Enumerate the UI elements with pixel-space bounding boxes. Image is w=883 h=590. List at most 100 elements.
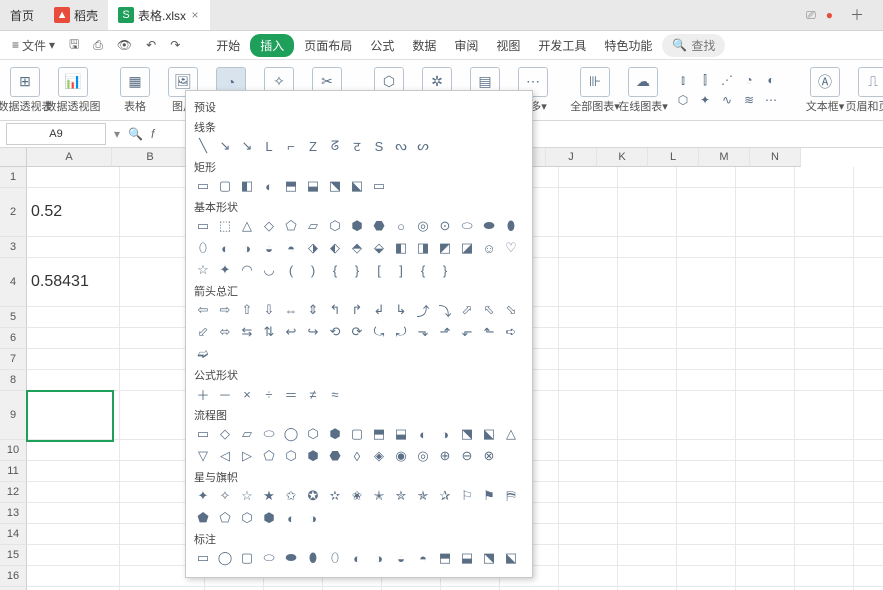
cell[interactable] <box>677 328 736 349</box>
cell[interactable] <box>854 307 883 328</box>
shape-item[interactable]: ◎ <box>414 217 432 235</box>
cell[interactable] <box>795 482 854 503</box>
col-header[interactable]: A <box>27 148 112 167</box>
search-button[interactable]: 🔍 查找 <box>662 34 725 57</box>
shape-item[interactable]: ◇ <box>216 425 234 443</box>
cell[interactable] <box>677 307 736 328</box>
cell[interactable] <box>27 328 120 349</box>
cell[interactable] <box>854 328 883 349</box>
cell[interactable] <box>736 349 795 370</box>
shape-item[interactable]: ○ <box>392 217 410 235</box>
cell[interactable] <box>559 545 618 566</box>
cell[interactable] <box>677 461 736 482</box>
shape-item[interactable]: ⬠ <box>260 447 278 465</box>
cell[interactable] <box>559 482 618 503</box>
shape-item[interactable]: ⬕ <box>502 549 520 567</box>
chevron-down-icon[interactable]: ▾ <box>114 127 120 141</box>
mini-chart-icon[interactable]: ⫾ <box>674 71 692 89</box>
cell[interactable] <box>795 545 854 566</box>
cell[interactable] <box>854 503 883 524</box>
ribbon-pivot-chart[interactable]: 📊数据透视图 <box>56 67 90 114</box>
cell[interactable] <box>736 391 795 440</box>
shape-item[interactable]: ♡ <box>502 239 520 257</box>
ribbon-onlinechart[interactable]: ☁在线图表▾ <box>626 67 660 114</box>
cell[interactable] <box>618 566 677 587</box>
shape-item[interactable]: ⇔ <box>282 301 300 319</box>
shape-item[interactable]: ▭ <box>194 177 212 195</box>
cell[interactable] <box>618 237 677 258</box>
zoom-icon[interactable]: 🔍 <box>128 127 143 141</box>
cell[interactable] <box>854 188 883 237</box>
shape-item[interactable]: ◎ <box>414 447 432 465</box>
shape-item[interactable]: ✦ <box>216 261 234 279</box>
shape-item[interactable]: ⇆ <box>238 323 256 341</box>
shape-item[interactable]: ⊕ <box>436 447 454 465</box>
shape-item[interactable]: ✭ <box>370 487 388 505</box>
cell[interactable] <box>677 370 736 391</box>
shape-item[interactable]: ⬎ <box>414 323 432 341</box>
tab-home[interactable]: 首页 <box>0 0 44 30</box>
cell[interactable] <box>618 482 677 503</box>
shape-item[interactable]: ▭ <box>370 177 388 195</box>
shape-item[interactable]: L <box>260 137 278 155</box>
shape-item[interactable]: ⬯ <box>194 239 212 257</box>
shape-item[interactable]: ╲ <box>194 137 212 155</box>
shape-item[interactable]: ▢ <box>348 425 366 443</box>
shape-item[interactable]: ✧ <box>216 487 234 505</box>
ribbon-pivot-table[interactable]: ⊞数据透视表 <box>8 67 42 114</box>
shape-item[interactable]: ◐ <box>216 239 234 257</box>
ribbon-textbox[interactable]: Ⓐ文本框▾ <box>808 67 842 114</box>
cell[interactable] <box>795 440 854 461</box>
cell[interactable] <box>854 482 883 503</box>
cell[interactable] <box>559 349 618 370</box>
cell[interactable] <box>618 461 677 482</box>
cell[interactable] <box>736 258 795 307</box>
shape-item[interactable]: ◠ <box>238 261 256 279</box>
cell[interactable] <box>618 370 677 391</box>
row-header[interactable]: 6 <box>0 328 27 349</box>
menu-dev[interactable]: 开发工具 <box>530 33 594 58</box>
shape-item[interactable]: ⬑ <box>480 323 498 341</box>
cell[interactable] <box>854 237 883 258</box>
shape-item[interactable]: ⬣ <box>326 447 344 465</box>
shape-item[interactable]: ⬒ <box>370 425 388 443</box>
shape-item[interactable]: ◓ <box>282 239 300 257</box>
cell[interactable] <box>27 482 120 503</box>
row-header[interactable]: 5 <box>0 307 27 328</box>
cell[interactable] <box>618 503 677 524</box>
cell[interactable] <box>795 566 854 587</box>
shape-item[interactable]: ☆ <box>238 487 256 505</box>
shape-item[interactable]: ) <box>304 261 322 279</box>
cell[interactable] <box>736 307 795 328</box>
shape-item[interactable]: ↩ <box>282 323 300 341</box>
cell[interactable] <box>677 167 736 188</box>
shape-item[interactable]: ⬔ <box>480 549 498 567</box>
cell[interactable] <box>677 503 736 524</box>
cell[interactable] <box>736 237 795 258</box>
shape-item[interactable]: ▱ <box>304 217 322 235</box>
cell[interactable] <box>27 370 120 391</box>
cell[interactable] <box>736 461 795 482</box>
cell[interactable] <box>854 349 883 370</box>
row-header[interactable]: 8 <box>0 370 27 391</box>
shape-item[interactable]: ⇦ <box>194 301 212 319</box>
cell[interactable] <box>736 440 795 461</box>
cell[interactable] <box>854 566 883 587</box>
cell[interactable] <box>736 524 795 545</box>
shape-item[interactable]: ⬡ <box>304 425 322 443</box>
cell[interactable] <box>677 391 736 440</box>
menu-data[interactable]: 数据 <box>404 33 444 58</box>
mini-chart-icon[interactable]: ⋯ <box>762 91 780 109</box>
mini-chart-icon[interactable]: ✦ <box>696 91 714 109</box>
cell[interactable] <box>795 370 854 391</box>
shape-item[interactable]: ⇧ <box>238 301 256 319</box>
mini-chart-icon[interactable]: ⬡ <box>674 91 692 109</box>
cell[interactable] <box>27 307 120 328</box>
shape-item[interactable]: ⤴ <box>414 301 432 319</box>
shape-item[interactable]: ⊙ <box>436 217 454 235</box>
cell[interactable] <box>559 391 618 440</box>
shape-item[interactable]: ⬗ <box>304 239 322 257</box>
shape-item[interactable]: ✯ <box>414 487 432 505</box>
row-header[interactable]: 7 <box>0 349 27 370</box>
cell[interactable] <box>736 188 795 237</box>
